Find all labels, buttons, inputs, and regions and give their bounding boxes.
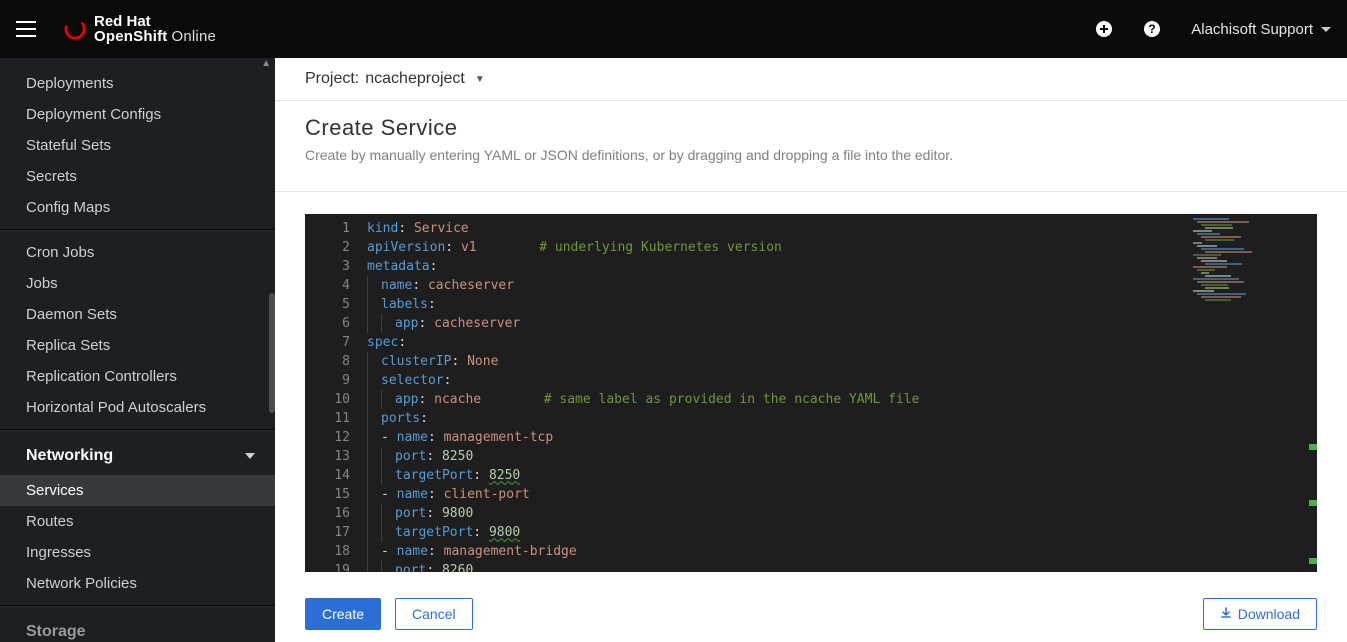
project-selector[interactable]: Project: ncacheproject ▼	[275, 58, 1347, 101]
sidebar-item-ingresses[interactable]: Ingresses	[0, 537, 275, 568]
page-header: Create Service Create by manually enteri…	[275, 101, 1347, 192]
project-name: ncacheproject	[365, 70, 465, 88]
sidebar-item-cron-jobs[interactable]: Cron Jobs	[0, 237, 275, 268]
sidebar-item-deployment-configs[interactable]: Deployment Configs	[0, 99, 275, 130]
page-title: Create Service	[305, 115, 1317, 141]
download-icon	[1220, 606, 1232, 622]
brand-openshift: OpenShift	[94, 28, 167, 45]
sidebar-section-label: Storage	[26, 623, 86, 641]
sidebar-section-storage[interactable]: Storage	[0, 613, 275, 642]
project-dropdown-icon[interactable]: ▼	[475, 74, 485, 85]
editor-code[interactable]: kind: ServiceapiVersion: v1 # underlying…	[363, 214, 1317, 572]
sidebar-scrollbar-thumb[interactable]	[269, 293, 275, 413]
create-button[interactable]: Create	[305, 598, 381, 630]
sidebar-section-label: Networking	[26, 447, 113, 465]
sidebar-item-network-policies[interactable]: Network Policies	[0, 568, 275, 599]
user-name: Alachisoft Support	[1191, 21, 1313, 38]
user-menu[interactable]: Alachisoft Support	[1191, 21, 1331, 38]
download-button[interactable]: Download	[1203, 598, 1317, 630]
sidebar-item-daemon-sets[interactable]: Daemon Sets	[0, 299, 275, 330]
help-icon[interactable]: ?	[1143, 20, 1161, 38]
chevron-down-icon	[245, 453, 255, 459]
brand[interactable]: Red Hat OpenShiftOnline	[64, 14, 216, 44]
sidebar-item-replica-sets[interactable]: Replica Sets	[0, 330, 275, 361]
editor-gutter: 12345678910111213141516171819	[305, 214, 363, 572]
sidebar-item-routes[interactable]: Routes	[0, 506, 275, 537]
page-subtitle: Create by manually entering YAML or JSON…	[305, 147, 1317, 163]
sidebar-item-replication-controllers[interactable]: Replication Controllers	[0, 361, 275, 392]
caret-down-icon	[1321, 27, 1331, 32]
yaml-editor[interactable]: 12345678910111213141516171819 kind: Serv…	[305, 214, 1317, 572]
project-label: Project:	[305, 70, 359, 88]
sidebar-item-stateful-sets[interactable]: Stateful Sets	[0, 130, 275, 161]
main-content: Project: ncacheproject ▼ Create Service …	[275, 58, 1347, 642]
add-icon[interactable]	[1095, 20, 1113, 38]
app-header: Red Hat OpenShiftOnline ? Alachisoft Sup…	[0, 0, 1347, 58]
sidebar-item-config-maps[interactable]: Config Maps	[0, 192, 275, 223]
sidebar-item-deployments[interactable]: Deployments	[0, 68, 275, 99]
sidebar-item-services[interactable]: Services	[0, 475, 275, 506]
sidebar-item-horizontal-pod-autoscalers[interactable]: Horizontal Pod Autoscalers	[0, 392, 275, 423]
download-label: Download	[1238, 606, 1300, 622]
scroll-up-arrow-icon[interactable]: ▲	[261, 58, 271, 69]
sidebar-item-jobs[interactable]: Jobs	[0, 268, 275, 299]
editor-overview-ruler[interactable]	[1303, 214, 1317, 572]
sidebar-section-networking[interactable]: Networking	[0, 437, 275, 475]
cancel-button[interactable]: Cancel	[395, 598, 473, 630]
svg-text:?: ?	[1149, 22, 1156, 36]
redhat-logo-icon	[64, 18, 86, 40]
hamburger-menu-icon[interactable]	[16, 21, 36, 37]
footer-actions: Create Cancel Download	[275, 586, 1347, 642]
brand-online: Online	[171, 28, 216, 45]
brand-redhat: Red Hat	[94, 14, 216, 29]
sidebar-nav: ▲ DeploymentsDeployment ConfigsStateful …	[0, 58, 275, 642]
editor-minimap[interactable]	[1193, 218, 1313, 338]
sidebar-item-secrets[interactable]: Secrets	[0, 161, 275, 192]
